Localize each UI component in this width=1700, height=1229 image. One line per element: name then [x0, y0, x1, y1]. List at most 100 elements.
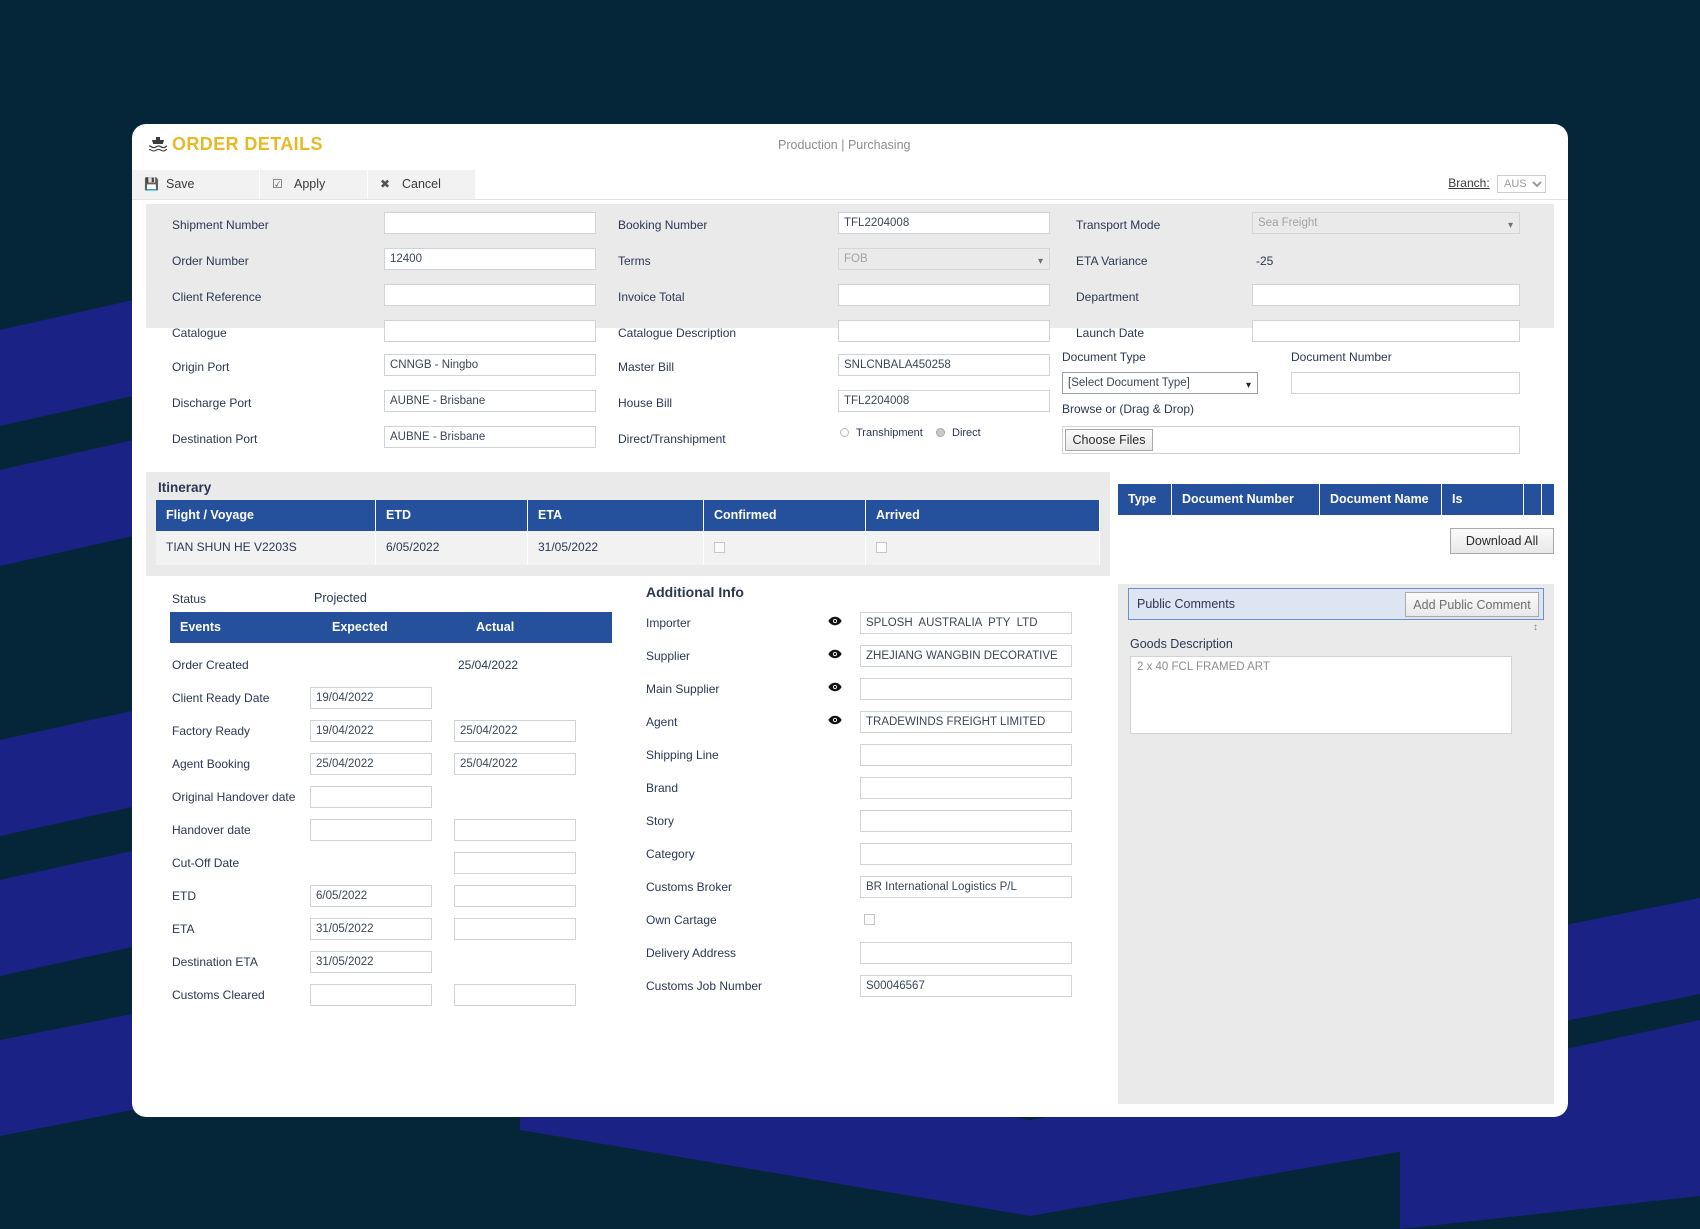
label-invoice-total: Invoice Total: [618, 290, 685, 304]
eye-icon[interactable]: [828, 715, 842, 728]
transport-mode-select[interactable]: Sea Freight ▾: [1252, 212, 1520, 234]
eta-variance-value: -25: [1256, 254, 1274, 268]
event-label: Order Created: [172, 658, 249, 672]
shipment-number-input[interactable]: [384, 212, 596, 234]
label-catalogue-description: Catalogue Description: [618, 326, 737, 340]
cancel-button[interactable]: ✖ Cancel: [368, 170, 476, 199]
event-expected-input[interactable]: [310, 951, 432, 973]
discharge-port-input[interactable]: [384, 390, 596, 412]
event-expected-input[interactable]: [310, 918, 432, 940]
transport-mode-value: Sea Freight: [1258, 217, 1318, 229]
launch-date-input[interactable]: [1252, 320, 1520, 342]
radio-transhipment[interactable]: [840, 428, 849, 437]
event-expected-input[interactable]: [310, 819, 432, 841]
eye-icon[interactable]: [828, 649, 842, 662]
confirmed-checkbox[interactable]: [714, 542, 725, 553]
document-number-input[interactable]: [1291, 372, 1520, 394]
eye-icon[interactable]: [828, 616, 842, 629]
file-drop-zone[interactable]: Choose Files: [1062, 426, 1520, 454]
event-expected-input[interactable]: [310, 753, 432, 775]
branch-select[interactable]: AUS: [1497, 175, 1546, 193]
event-label: Original Handover date: [172, 790, 296, 804]
document-type-select[interactable]: [Select Document Type] ▾: [1062, 372, 1258, 394]
apply-button[interactable]: ☑ Apply: [260, 170, 368, 199]
additional-info-title: Additional Info: [646, 584, 744, 600]
event-label: Customs Cleared: [172, 988, 265, 1002]
itinerary-panel: Itinerary Flight / Voyage ETD ETA Confir…: [146, 472, 1110, 576]
additional-info-input[interactable]: [860, 711, 1072, 733]
additional-info-input[interactable]: [860, 843, 1072, 865]
goods-description-textarea[interactable]: [1130, 656, 1512, 734]
additional-info-label: Main Supplier: [646, 682, 720, 696]
label-order-number: Order Number: [172, 254, 249, 268]
department-input[interactable]: [1252, 284, 1520, 306]
add-public-comment-button[interactable]: Add Public Comment: [1405, 592, 1539, 617]
event-expected-input[interactable]: [310, 687, 432, 709]
invoice-total-input[interactable]: [838, 284, 1050, 306]
events-table-header: Events Expected Actual: [170, 612, 612, 643]
terms-select-value: FOB: [844, 253, 868, 265]
branch-selector[interactable]: Branch: AUS: [1448, 175, 1546, 193]
terms-select[interactable]: FOB ▾: [838, 248, 1050, 270]
comments-panel: Public Comments Add Public Comment ↕ Goo…: [1118, 584, 1554, 1104]
label-house-bill: House Bill: [618, 396, 673, 410]
chevron-down-icon: ▾: [1037, 256, 1043, 267]
additional-info-input[interactable]: [860, 744, 1072, 766]
radio-direct[interactable]: [936, 428, 945, 437]
event-expected-input[interactable]: [310, 984, 432, 1006]
cell-confirmed: [704, 531, 866, 565]
cell-eta: 31/05/2022: [528, 531, 704, 565]
catalogue-input[interactable]: [384, 320, 596, 342]
public-comments-bar[interactable]: Public Comments Add Public Comment: [1128, 588, 1544, 620]
additional-info-input[interactable]: [860, 612, 1072, 634]
catalogue-description-input[interactable]: [838, 320, 1050, 342]
destination-port-input[interactable]: [384, 426, 596, 448]
event-expected-input[interactable]: [310, 786, 432, 808]
resize-handle-icon[interactable]: ↕: [1533, 622, 1538, 633]
additional-info-input[interactable]: [860, 975, 1072, 997]
additional-info-input[interactable]: [860, 777, 1072, 799]
label-booking-number: Booking Number: [618, 218, 708, 232]
label-direct-transhipment: Direct/Transhipment: [618, 432, 726, 446]
choose-files-button[interactable]: Choose Files: [1065, 429, 1153, 451]
documents-table-panel: Type Document Number Document Name Is Ap…: [1118, 472, 1554, 576]
public-comments-label: Public Comments: [1137, 597, 1235, 611]
event-expected-input[interactable]: [310, 720, 432, 742]
event-actual-input[interactable]: [454, 720, 576, 742]
additional-info-input[interactable]: [860, 645, 1072, 667]
page-title: ORDER DETAILS: [172, 134, 323, 154]
own-cartage-checkbox[interactable]: [864, 914, 875, 925]
documents-table-header: Type Document Number Document Name Is Ap…: [1118, 484, 1554, 537]
event-expected-input[interactable]: [310, 885, 432, 907]
label-destination-port: Destination Port: [172, 432, 258, 446]
event-actual-input[interactable]: [454, 819, 576, 841]
origin-port-input[interactable]: [384, 354, 596, 376]
master-bill-input[interactable]: [838, 354, 1050, 376]
label-department: Department: [1076, 290, 1139, 304]
client-reference-input[interactable]: [384, 284, 596, 306]
house-bill-input[interactable]: [838, 390, 1050, 412]
event-actual-input[interactable]: [454, 852, 576, 874]
event-actual-input[interactable]: [454, 984, 576, 1006]
download-all-label: Download All: [1465, 534, 1539, 548]
booking-number-input[interactable]: [838, 212, 1050, 234]
label-discharge-port: Discharge Port: [172, 396, 252, 410]
eye-icon[interactable]: [828, 682, 842, 695]
status-value: Projected: [314, 591, 367, 605]
event-actual-input[interactable]: [454, 885, 576, 907]
cell-arrived: [866, 531, 1100, 565]
additional-info-input[interactable]: [860, 678, 1072, 700]
col-actual: Actual: [476, 620, 515, 634]
download-all-button[interactable]: Download All: [1450, 528, 1554, 554]
additional-info-input[interactable]: [860, 810, 1072, 832]
event-actual-input[interactable]: [454, 918, 576, 940]
arrived-checkbox[interactable]: [876, 542, 887, 553]
label-document-type: Document Type: [1062, 350, 1146, 364]
event-actual-input[interactable]: [454, 753, 576, 775]
additional-info-input[interactable]: [860, 942, 1072, 964]
table-row[interactable]: TIAN SHUN HE V2203S 6/05/2022 31/05/2022: [156, 531, 1100, 565]
additional-info-input[interactable]: [860, 876, 1072, 898]
order-number-input[interactable]: [384, 248, 596, 270]
save-button[interactable]: 💾 Save: [132, 170, 260, 199]
goods-description-label: Goods Description: [1130, 637, 1233, 651]
